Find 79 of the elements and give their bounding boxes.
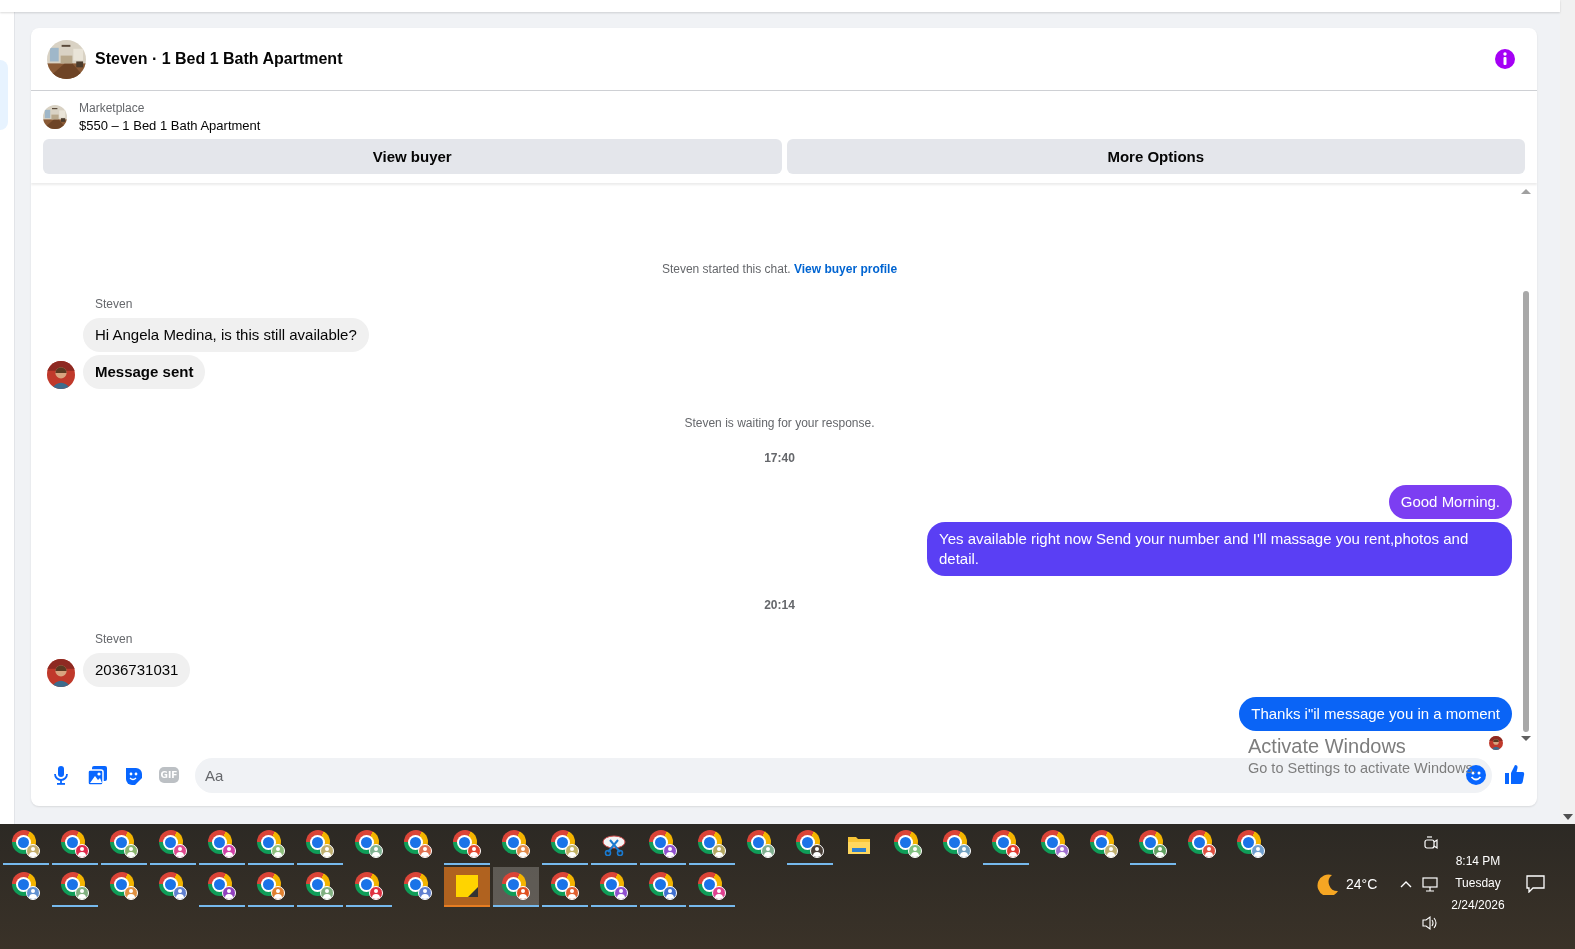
message-bubble: Good Morning. bbox=[1388, 485, 1512, 519]
browser-icon bbox=[795, 830, 824, 858]
temperature: 24°C bbox=[1346, 876, 1378, 892]
browser-icon bbox=[501, 872, 530, 900]
browser-icon bbox=[354, 872, 383, 900]
browser-icon bbox=[1187, 830, 1216, 858]
browser-icon bbox=[991, 830, 1020, 858]
browser-icon bbox=[305, 830, 334, 858]
taskbar-button[interactable] bbox=[443, 867, 490, 907]
image-icon[interactable] bbox=[87, 765, 107, 785]
browser-icon bbox=[109, 872, 138, 900]
message-bubble: Thanks i"il message you in a moment bbox=[1239, 697, 1512, 731]
browser-icon bbox=[403, 830, 432, 858]
browser-icon bbox=[942, 830, 971, 858]
browser-icon bbox=[354, 830, 383, 858]
camera-icon[interactable] bbox=[1422, 836, 1438, 850]
activation-title: Activate Windows bbox=[1248, 734, 1406, 758]
timestamp: 17:40 bbox=[764, 451, 795, 465]
clock-time: 8:14 PM bbox=[1455, 853, 1501, 870]
listing-title: $550 – 1 Bed 1 Bath Apartment bbox=[79, 118, 261, 133]
browser-icon bbox=[256, 872, 285, 900]
notification-icon[interactable] bbox=[1525, 875, 1545, 893]
weather-widget[interactable]: 24°C bbox=[1310, 862, 1395, 906]
browser-icon bbox=[11, 830, 40, 858]
sender-name: Steven bbox=[95, 632, 133, 646]
browser-icon bbox=[207, 830, 236, 858]
browser-icon bbox=[501, 830, 530, 858]
info-icon[interactable] bbox=[1495, 49, 1515, 69]
browser-icon bbox=[746, 830, 775, 858]
sticker-icon[interactable] bbox=[123, 765, 143, 785]
browser-icon bbox=[1040, 830, 1069, 858]
view-buyer-button[interactable]: View buyer bbox=[43, 139, 782, 174]
listing-source: Marketplace bbox=[79, 101, 146, 115]
conversation-title: Steven · 1 Bed 1 Bath Apartment bbox=[95, 50, 344, 68]
browser-icon bbox=[11, 872, 40, 900]
clock[interactable]: 8:14 PM Tuesday 2/24/2026 bbox=[1443, 824, 1513, 940]
chat-notice: Steven started this chat. View buyer profile bbox=[661, 261, 898, 277]
view-buyer-profile-link[interactable]: View buyer profile bbox=[793, 262, 898, 276]
browser-icon bbox=[305, 872, 334, 900]
browser-icon bbox=[403, 872, 432, 900]
chat-notice: Steven is waiting for your response. bbox=[684, 415, 875, 431]
message-bubble: 2036731031 bbox=[83, 653, 191, 687]
browser-icon bbox=[158, 830, 187, 858]
browser-icon bbox=[1138, 830, 1167, 858]
browser-icon bbox=[207, 872, 236, 900]
more-options-button[interactable]: More Options bbox=[786, 139, 1525, 174]
browser-icon bbox=[452, 830, 481, 858]
browser-icon bbox=[1236, 830, 1265, 858]
sender-name: Steven bbox=[95, 297, 133, 311]
browser-icon bbox=[550, 830, 579, 858]
timestamp: 20:14 bbox=[764, 598, 795, 612]
browser-icon bbox=[893, 830, 922, 858]
scrollbar[interactable] bbox=[1560, 0, 1575, 824]
message-bubble: Message sent bbox=[83, 355, 206, 389]
clock-date: 2/24/2026 bbox=[1451, 897, 1505, 914]
browser-icon bbox=[60, 830, 89, 858]
message-bubble: Hi Angela Medina, is this still available? bbox=[83, 318, 369, 352]
moon-icon bbox=[1316, 873, 1338, 895]
browser-icon bbox=[648, 830, 677, 858]
taskbar-button[interactable] bbox=[492, 867, 539, 907]
sticky-note-icon bbox=[455, 875, 478, 897]
browser-icon bbox=[697, 872, 726, 900]
browser-icon bbox=[1089, 830, 1118, 858]
clock-day: Tuesday bbox=[1455, 872, 1501, 894]
scissors-icon bbox=[601, 832, 626, 856]
browser-icon bbox=[109, 830, 138, 858]
browser-icon bbox=[158, 872, 187, 900]
browser-icon bbox=[599, 872, 628, 900]
chevron-up-icon[interactable] bbox=[1400, 880, 1412, 888]
thumbs-up-icon[interactable] bbox=[1504, 764, 1525, 786]
speaker-icon[interactable] bbox=[1422, 915, 1438, 931]
network-icon[interactable] bbox=[1422, 876, 1438, 892]
browser-icon bbox=[697, 830, 726, 858]
message-bubble: Yes available right now Send your number and I'll massage you rent,photos and detail. bbox=[927, 522, 1512, 576]
browser-icon bbox=[550, 872, 579, 900]
microphone-icon[interactable] bbox=[54, 765, 68, 785]
browser-icon bbox=[256, 830, 285, 858]
browser-icon bbox=[648, 872, 677, 900]
browser-icon bbox=[60, 872, 89, 900]
